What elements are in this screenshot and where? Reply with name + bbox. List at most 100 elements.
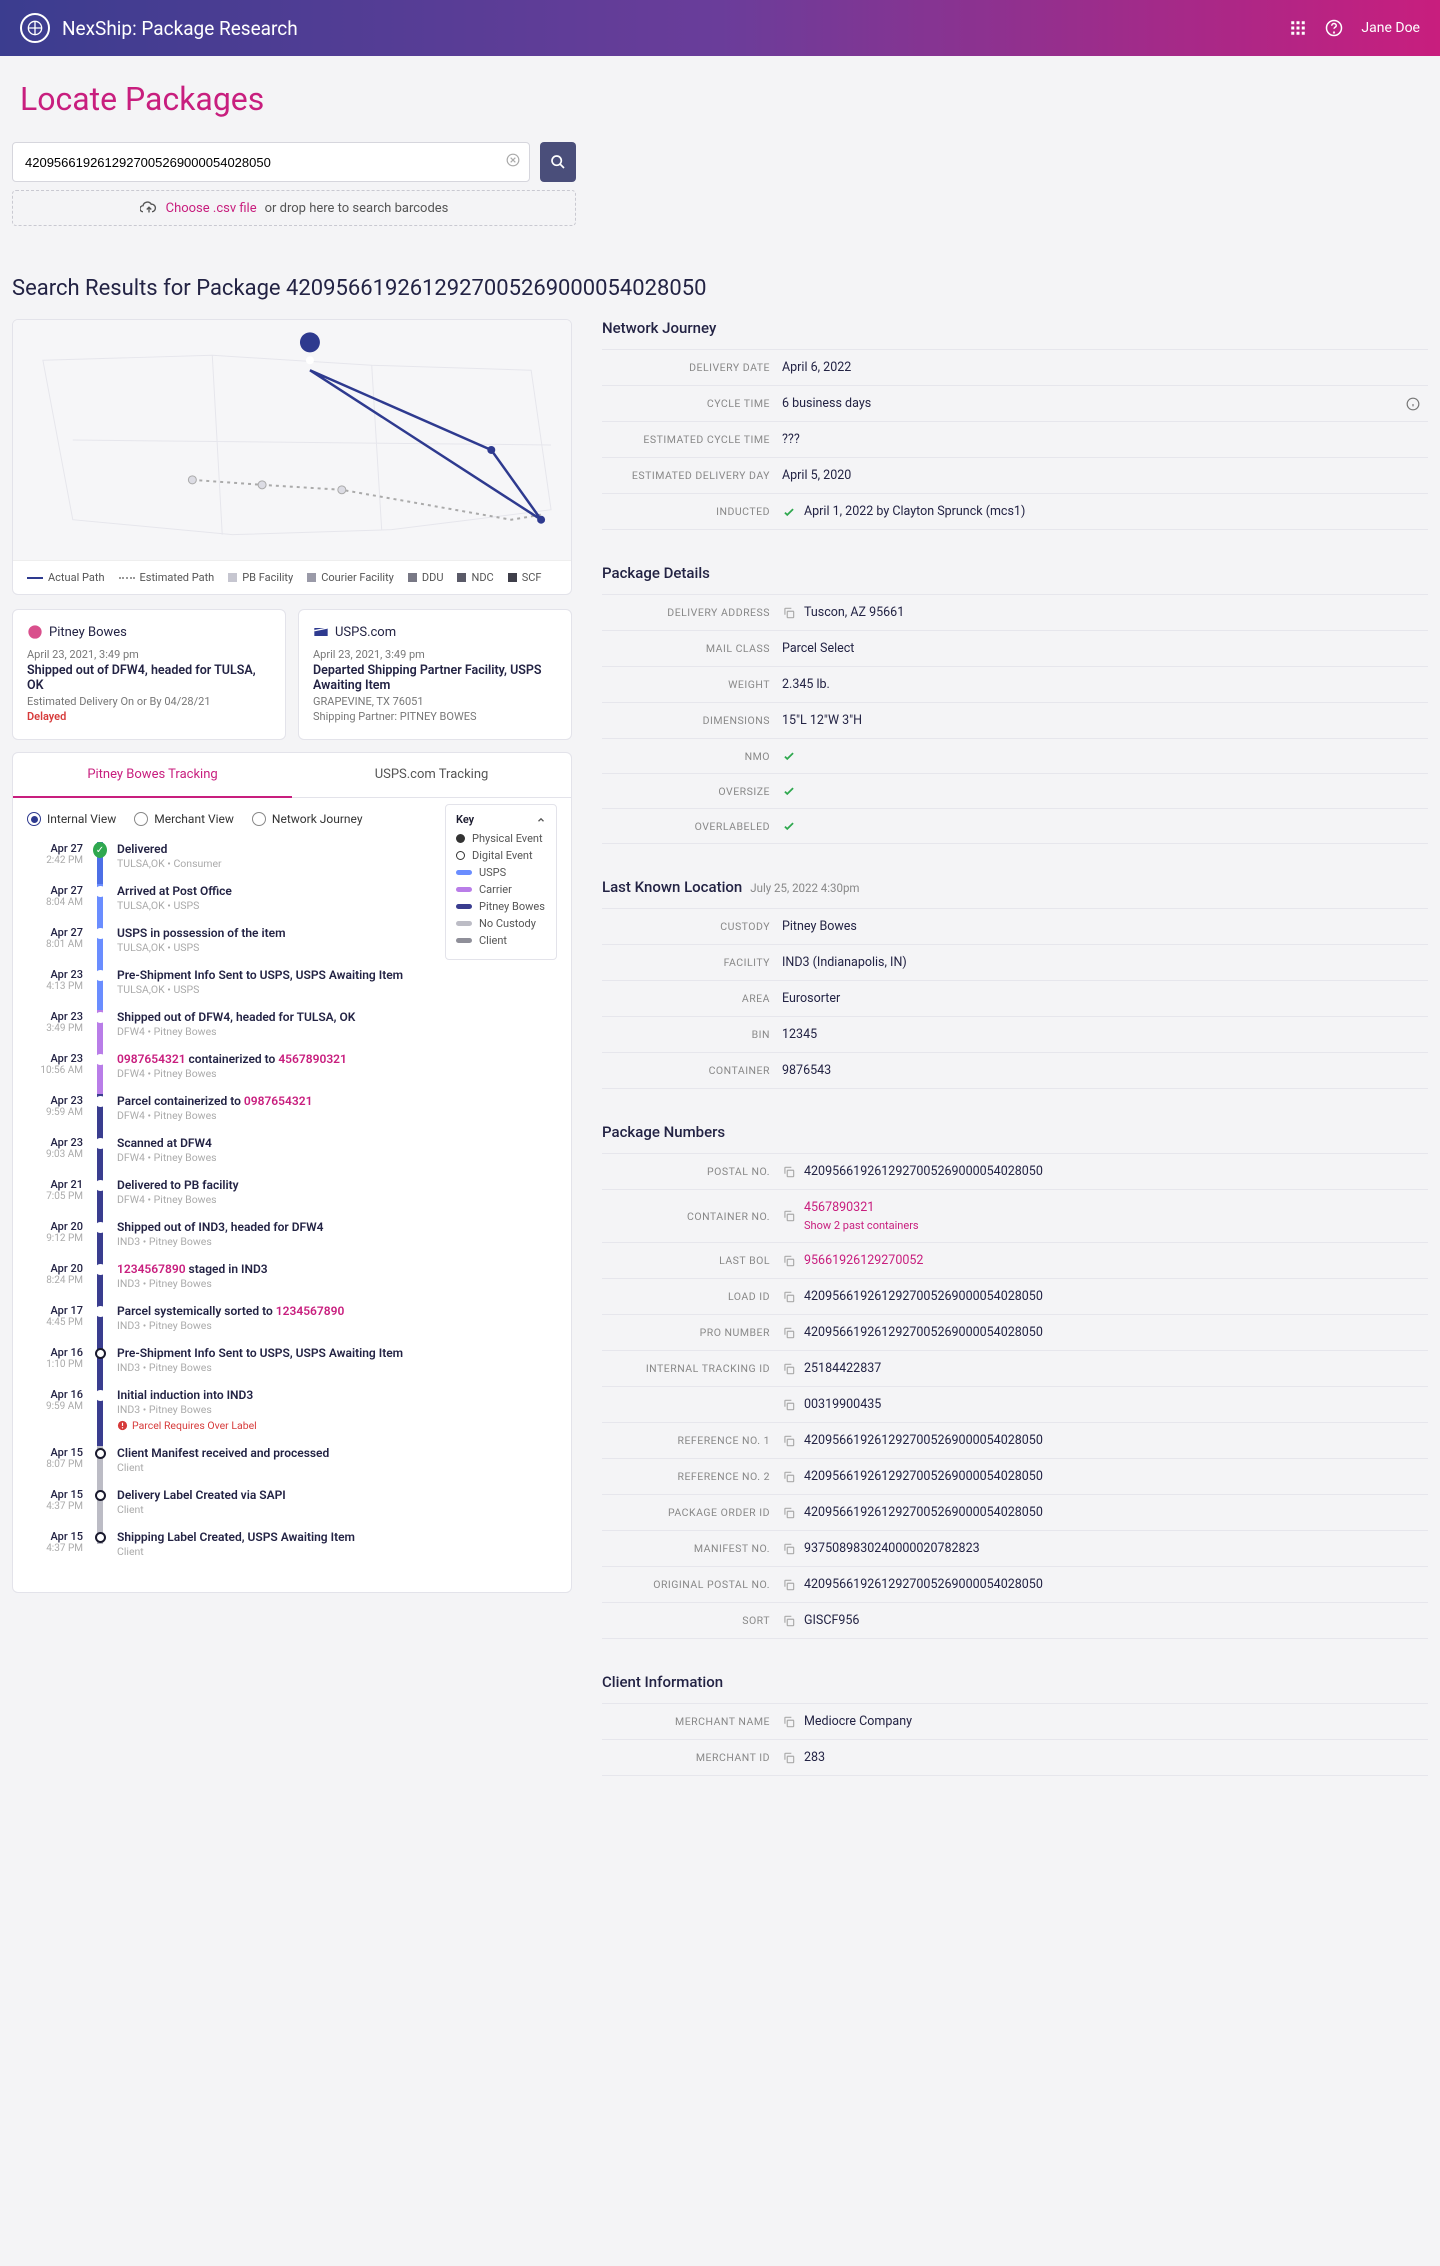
kv-row: Package Order ID420956619261292700526900… (602, 1494, 1428, 1530)
kv-row: 00319900435 (602, 1386, 1428, 1422)
copy-icon[interactable] (782, 1254, 796, 1268)
upload-icon (140, 199, 158, 217)
carrier-card-usps[interactable]: USPS.com April 23, 2021, 3:49 pm Departe… (298, 609, 572, 740)
timeline-event: Apr 234:13 PM Pre-Shipment Info Sent to … (27, 968, 557, 1010)
copy-icon[interactable] (782, 1362, 796, 1376)
timeline-event: Apr 208:24 PM 1234567890 staged in IND3 … (27, 1262, 557, 1304)
help-icon[interactable] (1325, 19, 1343, 37)
kv-row: Oversize (602, 773, 1428, 808)
carrier-card-pitney[interactable]: Pitney Bowes April 23, 2021, 3:49 pm Shi… (12, 609, 286, 740)
kv-row: FacilityIND3 (Indianapolis, IN) (602, 944, 1428, 980)
info-icon[interactable] (1406, 397, 1420, 411)
kv-row: Delivery DateApril 6, 2022 (602, 349, 1428, 385)
copy-icon[interactable] (782, 1434, 796, 1448)
kv-row: Container No.4567890321Show 2 past conta… (602, 1189, 1428, 1242)
event-dot (95, 1222, 106, 1233)
kv-row: NMO (602, 738, 1428, 773)
user-name[interactable]: Jane Doe (1361, 20, 1420, 36)
app-title: NexShip: Package Research (62, 17, 1289, 40)
usps-logo-icon (313, 624, 329, 640)
event-dot (95, 1306, 106, 1317)
kv-row: Container9876543 (602, 1052, 1428, 1089)
check-icon (782, 784, 796, 798)
kv-row: Manifest No.9375089830240000020782823 (602, 1530, 1428, 1566)
event-dot (95, 970, 106, 981)
timeline-event: Apr 272:42 PM ✓ Delivered TULSA,OK • Con… (27, 842, 557, 884)
tab-usps-tracking[interactable]: USPS.com Tracking (292, 753, 571, 798)
section-network-journey: Network Journey Delivery DateApril 6, 20… (602, 319, 1428, 530)
kv-row: Merchant ID283 (602, 1739, 1428, 1776)
kv-row: Last BOL95661926129270052 (602, 1242, 1428, 1278)
timeline-event: Apr 154:37 PM Shipping Label Created, US… (27, 1530, 557, 1572)
csv-dropzone[interactable]: Choose .csv file or drop here to search … (12, 190, 576, 226)
kv-row: Reference No. 24209566192612927005269000… (602, 1458, 1428, 1494)
kv-row: Original Postal No.420956619261292700526… (602, 1566, 1428, 1602)
results-heading: Search Results for Package 4209566192612… (12, 276, 1428, 301)
event-dot (95, 1448, 106, 1459)
timeline-event: Apr 154:37 PM Delivery Label Created via… (27, 1488, 557, 1530)
kv-row: Merchant NameMediocre Company (602, 1703, 1428, 1739)
kv-row: Load ID420956619261292700526900005402805… (602, 1278, 1428, 1314)
copy-icon[interactable] (782, 1290, 796, 1304)
map-card: Actual Path Estimated Path PB Facility C… (12, 319, 572, 595)
kv-row: InductedApril 1, 2022 by Clayton Sprunck… (602, 493, 1428, 530)
view-merchant[interactable]: Merchant View (134, 812, 234, 826)
kv-row: Weight2.345 lb. (602, 666, 1428, 702)
copy-icon[interactable] (782, 1326, 796, 1340)
search-area: Choose .csv file or drop here to search … (0, 142, 1440, 246)
event-dot (95, 1096, 106, 1107)
kv-row: SortGISCF956 (602, 1602, 1428, 1639)
tracking-timeline: Apr 272:42 PM ✓ Delivered TULSA,OK • Con… (13, 826, 571, 1592)
copy-icon[interactable] (782, 1614, 796, 1628)
timeline-event: Apr 209:12 PM Shipped out of IND3, heade… (27, 1220, 557, 1262)
event-dot (95, 1180, 106, 1191)
timeline-event: Apr 239:03 AM Scanned at DFW4 DFW4 • Pit… (27, 1136, 557, 1178)
timeline-event: Apr 278:04 AM Arrived at Post Office TUL… (27, 884, 557, 926)
chevron-up-icon[interactable] (536, 815, 546, 825)
copy-icon[interactable] (782, 1506, 796, 1520)
search-input[interactable] (12, 142, 530, 182)
kv-row: Bin12345 (602, 1016, 1428, 1052)
kv-row: Estimated Cycle Time??? (602, 421, 1428, 457)
check-icon: ✓ (93, 842, 107, 858)
event-dot (95, 1532, 106, 1543)
copy-icon[interactable] (782, 1578, 796, 1592)
copy-icon[interactable] (782, 1542, 796, 1556)
event-dot (95, 1390, 106, 1401)
view-internal[interactable]: Internal View (27, 812, 116, 826)
journey-map[interactable] (13, 320, 571, 560)
copy-icon[interactable] (782, 1751, 796, 1765)
dropzone-text: or drop here to search barcodes (265, 201, 449, 216)
check-icon (782, 749, 796, 763)
event-dot (95, 928, 106, 939)
kv-row: Internal Tracking ID25184422837 (602, 1350, 1428, 1386)
copy-icon[interactable] (782, 606, 796, 620)
view-network[interactable]: Network Journey (252, 812, 363, 826)
copy-icon[interactable] (782, 1398, 796, 1412)
choose-csv-link[interactable]: Choose .csv file (166, 201, 257, 216)
search-button[interactable] (540, 142, 576, 182)
event-dot (95, 1264, 106, 1275)
event-dot (95, 886, 106, 897)
event-dot (95, 1490, 106, 1501)
kv-row: Delivery AddressTuscon, AZ 95661 (602, 594, 1428, 630)
tracking-card: Pitney Bowes Tracking USPS.com Tracking … (12, 752, 572, 1593)
kv-row: Postal No.420956619261292700526900005402… (602, 1153, 1428, 1189)
timeline-event: Apr 169:59 AM Initial induction into IND… (27, 1388, 557, 1446)
event-dot (95, 1012, 106, 1023)
kv-row: Cycle Time6 business days (602, 385, 1428, 421)
copy-icon[interactable] (782, 1470, 796, 1484)
section-package-numbers: Package Numbers Postal No.42095661926129… (602, 1123, 1428, 1639)
pitney-logo-icon (27, 624, 43, 640)
clear-icon[interactable] (506, 153, 520, 171)
timeline-event: Apr 174:45 PM Parcel systemically sorted… (27, 1304, 557, 1346)
copy-icon[interactable] (782, 1165, 796, 1179)
page-title: Locate Packages (0, 56, 1440, 142)
section-client-info: Client Information Merchant NameMediocre… (602, 1673, 1428, 1776)
timeline-event: Apr 278:01 AM USPS in possession of the … (27, 926, 557, 968)
apps-icon[interactable] (1289, 19, 1307, 37)
tab-pitney-tracking[interactable]: Pitney Bowes Tracking (13, 753, 292, 798)
copy-icon[interactable] (782, 1715, 796, 1729)
copy-icon[interactable] (782, 1209, 796, 1223)
event-dot (95, 1054, 106, 1065)
